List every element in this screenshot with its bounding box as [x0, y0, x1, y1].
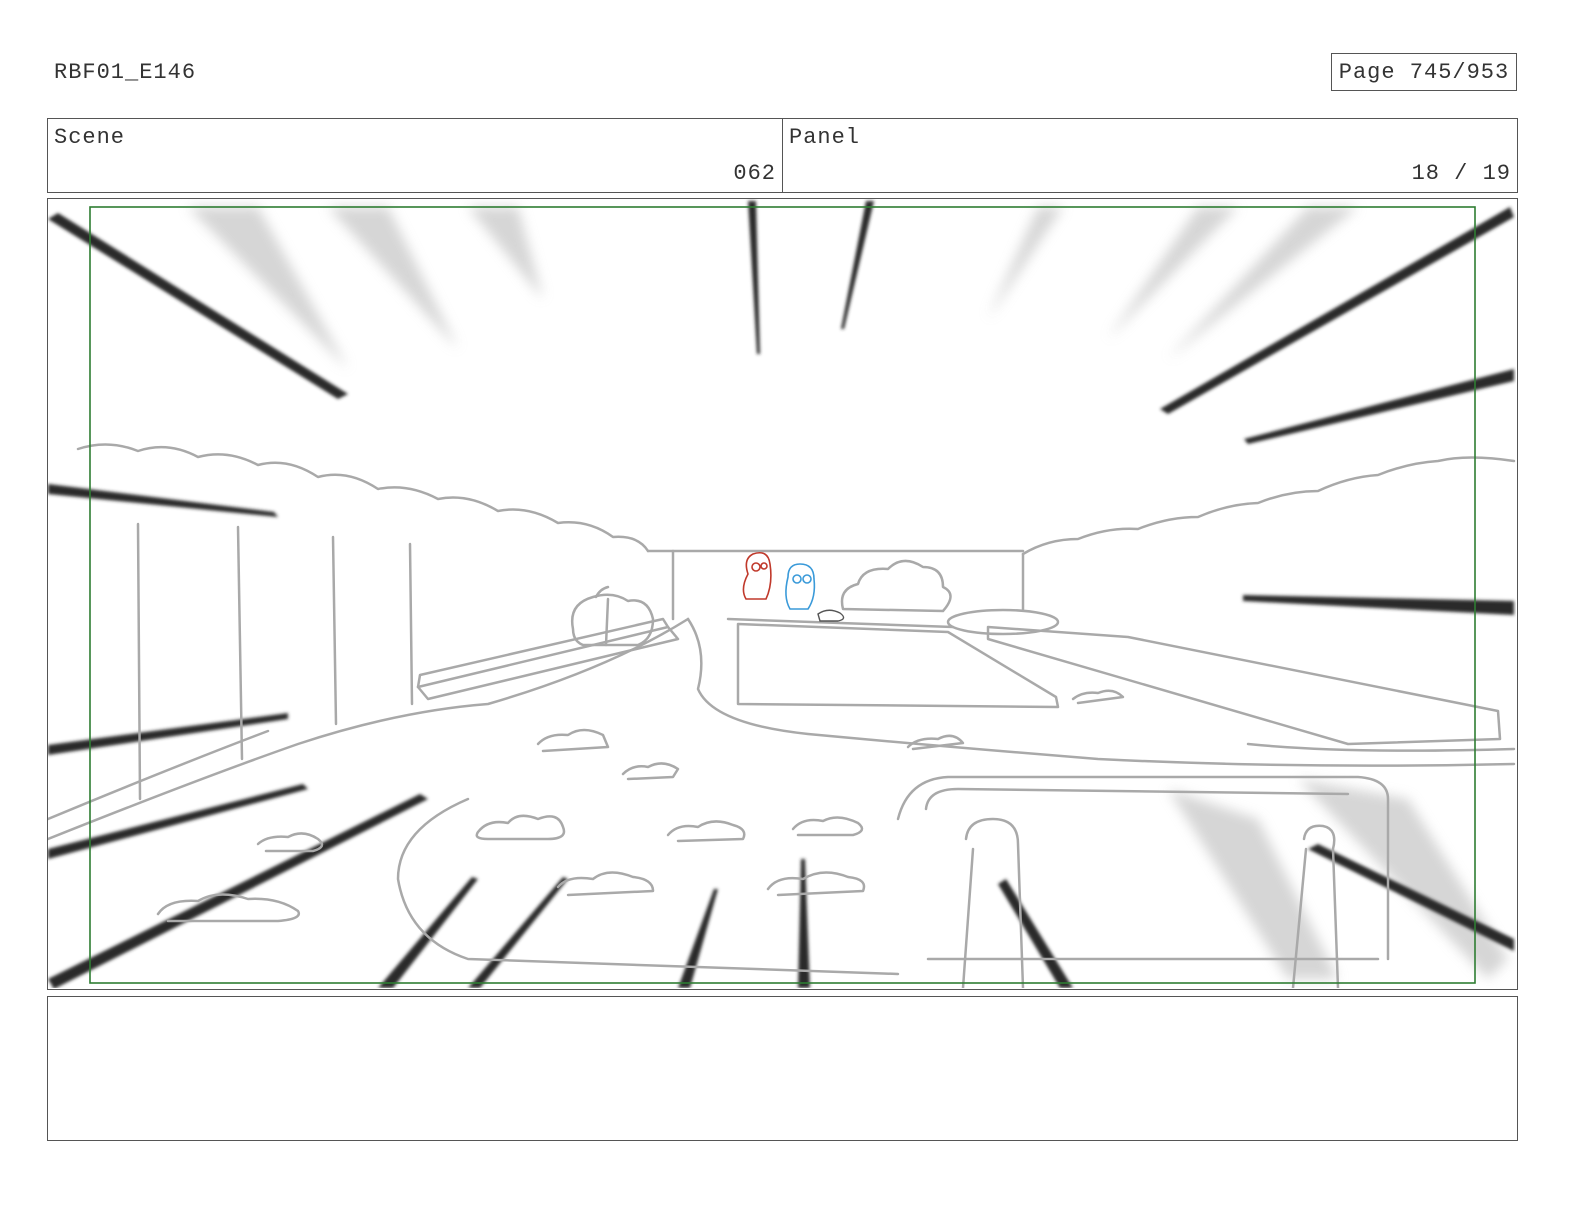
panel-sketch	[48, 201, 1516, 988]
character-right	[785, 563, 816, 610]
panel-number: 18 / 19	[1411, 161, 1511, 186]
small-prop	[817, 609, 845, 622]
panel-cell: Panel 18 / 19	[782, 119, 1517, 192]
storyboard-panel	[47, 198, 1518, 990]
scene-panel-header: Scene 062 Panel 18 / 19	[47, 118, 1518, 193]
page-indicator: Page 745/953	[1331, 53, 1517, 91]
dark-speed-lines	[48, 201, 1514, 988]
panel-label: Panel	[789, 125, 861, 150]
document-id: RBF01_E146	[54, 60, 197, 85]
scene-label: Scene	[54, 125, 126, 150]
panel-notes	[47, 996, 1518, 1141]
scene-number: 062	[733, 161, 776, 186]
page-number-label: Page 745/953	[1338, 59, 1510, 85]
scene-cell: Scene 062	[48, 119, 782, 192]
character-left	[742, 551, 772, 600]
